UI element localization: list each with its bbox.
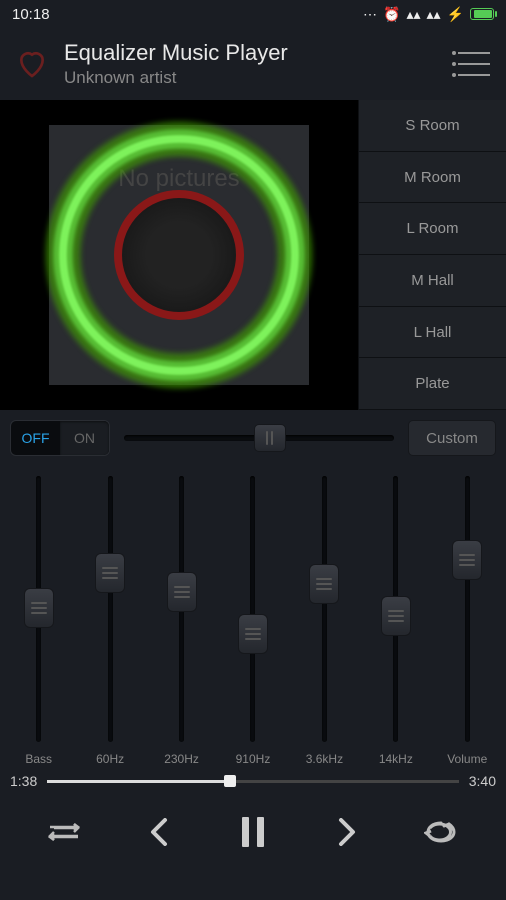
eq-band-bass: Bass bbox=[4, 476, 73, 766]
controls-row: OFF ON Custom bbox=[0, 410, 506, 466]
custom-preset-button[interactable]: Custom bbox=[408, 420, 496, 456]
toggle-on-label: ON bbox=[60, 421, 109, 455]
charging-icon: ⚡ bbox=[447, 6, 464, 23]
favorite-icon[interactable] bbox=[16, 48, 48, 80]
next-button[interactable] bbox=[325, 810, 369, 854]
eq-band-14khz: 14kHz bbox=[361, 476, 430, 766]
previous-button[interactable] bbox=[137, 810, 181, 854]
track-title: Equalizer Music Player bbox=[64, 40, 442, 66]
battery-icon bbox=[470, 8, 494, 20]
eq-band-3.6khz: 3.6kHz bbox=[290, 476, 359, 766]
eq-slider[interactable] bbox=[250, 476, 255, 742]
preset-l-room[interactable]: L Room bbox=[358, 203, 506, 255]
eq-thumb[interactable] bbox=[24, 588, 54, 628]
reverb-presets: S Room M Room L Room M Hall L Hall Plate bbox=[358, 100, 506, 410]
album-artwork[interactable]: No pictures bbox=[0, 100, 358, 410]
play-pause-button[interactable] bbox=[231, 810, 275, 854]
status-time: 10:18 bbox=[12, 6, 363, 23]
playlist-icon[interactable] bbox=[458, 52, 490, 76]
eq-band-230hz: 230Hz bbox=[147, 476, 216, 766]
previous-icon bbox=[147, 818, 171, 846]
repeat-icon bbox=[424, 818, 458, 846]
preset-s-room[interactable]: S Room bbox=[358, 100, 506, 152]
preset-m-room[interactable]: M Room bbox=[358, 152, 506, 204]
signal-icon-2: ▴▴ bbox=[427, 6, 441, 23]
eq-thumb[interactable] bbox=[167, 572, 197, 612]
time-total: 3:40 bbox=[469, 773, 496, 789]
eq-thumb[interactable] bbox=[95, 553, 125, 593]
artist-name: Unknown artist bbox=[64, 68, 442, 88]
eq-slider[interactable] bbox=[179, 476, 184, 742]
next-icon bbox=[335, 818, 359, 846]
signal-icon: ▴▴ bbox=[406, 6, 420, 23]
eq-label: 3.6kHz bbox=[306, 752, 343, 766]
header-titles: Equalizer Music Player Unknown artist bbox=[64, 40, 442, 88]
balance-slider[interactable] bbox=[124, 426, 394, 450]
eq-slider[interactable] bbox=[36, 476, 41, 742]
slider-thumb[interactable] bbox=[254, 424, 286, 452]
eq-label: 910Hz bbox=[236, 752, 271, 766]
eq-toggle[interactable]: OFF ON bbox=[10, 420, 110, 456]
eq-slider[interactable] bbox=[465, 476, 470, 742]
eq-band-volume: Volume bbox=[433, 476, 502, 766]
eq-label: 60Hz bbox=[96, 752, 124, 766]
eq-thumb[interactable] bbox=[238, 614, 268, 654]
eq-thumb[interactable] bbox=[381, 596, 411, 636]
eq-slider[interactable] bbox=[322, 476, 327, 742]
repeat-button[interactable] bbox=[419, 810, 463, 854]
seek-handle[interactable] bbox=[224, 775, 236, 787]
seek-bar[interactable] bbox=[47, 780, 459, 783]
record-icon bbox=[114, 190, 244, 320]
progress-row: 1:38 3:40 bbox=[0, 766, 506, 796]
seek-fill bbox=[47, 780, 230, 783]
header: Equalizer Music Player Unknown artist bbox=[0, 28, 506, 100]
preset-m-hall[interactable]: M Hall bbox=[358, 255, 506, 307]
status-icons: ⋯ ⏰ ▴▴ ▴▴ ⚡ bbox=[363, 6, 494, 23]
status-bar: 10:18 ⋯ ⏰ ▴▴ ▴▴ ⚡ bbox=[0, 0, 506, 28]
eq-band-910hz: 910Hz bbox=[218, 476, 287, 766]
shuffle-icon bbox=[48, 822, 82, 842]
alarm-icon: ⏰ bbox=[383, 6, 400, 23]
preset-plate[interactable]: Plate bbox=[358, 358, 506, 410]
toggle-off-label: OFF bbox=[11, 430, 60, 446]
shuffle-button[interactable] bbox=[43, 810, 87, 854]
time-current: 1:38 bbox=[10, 773, 37, 789]
eq-thumb[interactable] bbox=[452, 540, 482, 580]
eq-label: Bass bbox=[25, 752, 52, 766]
eq-band-60hz: 60Hz bbox=[75, 476, 144, 766]
eq-label: 230Hz bbox=[164, 752, 199, 766]
eq-thumb[interactable] bbox=[309, 564, 339, 604]
eq-label: 14kHz bbox=[379, 752, 413, 766]
preset-l-hall[interactable]: L Hall bbox=[358, 307, 506, 359]
main-row: No pictures S Room M Room L Room M Hall … bbox=[0, 100, 506, 410]
playback-controls bbox=[0, 796, 506, 868]
eq-slider[interactable] bbox=[393, 476, 398, 742]
eq-label: Volume bbox=[447, 752, 487, 766]
equalizer-sliders: Bass 60Hz 230Hz 910Hz 3.6kHz 14kHz Volum… bbox=[0, 466, 506, 766]
more-icon: ⋯ bbox=[363, 6, 377, 23]
no-picture-label: No pictures bbox=[118, 165, 239, 193]
pause-icon bbox=[239, 815, 267, 849]
eq-slider[interactable] bbox=[108, 476, 113, 742]
